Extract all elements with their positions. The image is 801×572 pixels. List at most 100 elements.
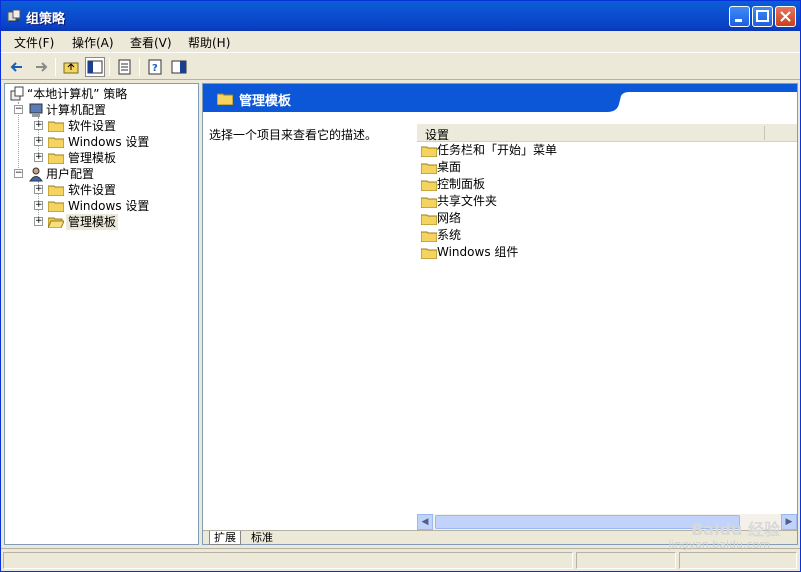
expand-icon[interactable]: + bbox=[34, 137, 43, 146]
list-item-label: 系统 bbox=[437, 228, 462, 242]
action-pane-icon bbox=[171, 60, 187, 74]
collapse-icon[interactable]: − bbox=[14, 105, 23, 114]
tree-label: Windows 设置 bbox=[68, 199, 150, 213]
folder-icon bbox=[421, 146, 437, 157]
folder-icon bbox=[421, 163, 437, 174]
watermark-url: jingyan.baidu.com bbox=[668, 538, 770, 551]
close-button[interactable] bbox=[775, 6, 796, 27]
computer-icon bbox=[29, 103, 43, 117]
folder-icon bbox=[48, 137, 64, 148]
tree-user-software[interactable]: + 软件设置 bbox=[34, 182, 194, 198]
menu-help[interactable]: 帮助(H) bbox=[188, 34, 230, 51]
tree-label-selected: 管理模板 bbox=[66, 214, 119, 230]
tree-computer-admin-templates[interactable]: + 管理模板 bbox=[34, 150, 194, 166]
user-icon bbox=[29, 167, 43, 182]
expand-icon[interactable]: + bbox=[34, 153, 43, 162]
up-one-level-button[interactable] bbox=[61, 57, 81, 77]
folder-icon bbox=[421, 231, 437, 242]
tab-extended[interactable]: 扩展 bbox=[209, 531, 241, 545]
folder-icon bbox=[48, 153, 64, 164]
svg-text:?: ? bbox=[152, 63, 158, 74]
minimize-button[interactable] bbox=[729, 6, 750, 27]
menu-file[interactable]: 文件(F) bbox=[14, 34, 54, 51]
back-button[interactable] bbox=[7, 57, 27, 77]
help-button[interactable]: ? bbox=[145, 57, 165, 77]
help-icon: ? bbox=[148, 59, 162, 75]
title-bar[interactable]: 组策略 bbox=[1, 1, 800, 31]
scroll-right-button[interactable]: ▶ bbox=[781, 514, 797, 530]
tree-label: 软件设置 bbox=[68, 183, 117, 197]
folder-icon bbox=[48, 121, 64, 132]
status-bar bbox=[1, 548, 800, 571]
window-title: 组策略 bbox=[26, 12, 66, 27]
export-list-icon bbox=[118, 59, 131, 75]
folder-icon bbox=[421, 214, 437, 225]
folder-up-icon bbox=[63, 62, 79, 74]
status-cell bbox=[576, 552, 676, 569]
expand-icon[interactable]: + bbox=[34, 217, 43, 226]
details-title: 管理模板 bbox=[239, 94, 292, 109]
tree-user-admin-templates[interactable]: + 管理模板 bbox=[34, 214, 194, 230]
collapse-icon[interactable]: − bbox=[14, 169, 23, 178]
folder-icon bbox=[421, 197, 437, 208]
toolbar-separator bbox=[55, 58, 56, 76]
list-header: 设置 bbox=[417, 124, 797, 142]
column-separator[interactable] bbox=[764, 126, 765, 140]
tree-computer-software[interactable]: + 软件设置 bbox=[34, 118, 194, 134]
column-header-setting[interactable]: 设置 bbox=[425, 126, 449, 143]
tree-computer-config[interactable]: − 计算机配置 bbox=[14, 102, 194, 118]
tree-user-windows[interactable]: + Windows 设置 bbox=[34, 198, 194, 214]
toolbar-separator bbox=[109, 58, 110, 76]
show-hide-tree-button[interactable] bbox=[85, 57, 105, 77]
maximize-button[interactable] bbox=[752, 6, 773, 27]
scroll-left-button[interactable]: ◀ bbox=[417, 514, 433, 530]
list-item-label: Windows 组件 bbox=[437, 245, 519, 259]
details-pane: 管理模板 选择一个项目来查看它的描述。 设置 任务栏和「开始」菜单 桌面 控制面… bbox=[202, 83, 798, 545]
tree-computer-windows[interactable]: + Windows 设置 bbox=[34, 134, 194, 150]
show-action-pane-button[interactable] bbox=[169, 57, 189, 77]
console-tree[interactable]: “本地计算机” 策略 − 计算机配置 + 软件设置 + Windows 设置 +… bbox=[4, 83, 199, 545]
expand-icon[interactable]: + bbox=[34, 121, 43, 130]
folder-icon bbox=[217, 93, 233, 105]
status-cell bbox=[3, 552, 573, 569]
tree-user-config-label: 用户配置 bbox=[46, 167, 95, 181]
window: 组策略 文件(F) 操作(A) 查看(V) 帮助(H) ? “本地计算机” 策略… bbox=[0, 0, 801, 572]
folder-icon bbox=[421, 180, 437, 191]
close-icon bbox=[780, 11, 791, 22]
menu-view[interactable]: 查看(V) bbox=[130, 34, 172, 51]
folder-icon bbox=[421, 248, 437, 259]
back-arrow-icon bbox=[10, 62, 22, 72]
baidu-watermark: Baidu 经验 bbox=[691, 520, 780, 539]
forward-arrow-icon bbox=[36, 62, 48, 72]
list-item-label: 控制面板 bbox=[437, 177, 486, 191]
tree-label: 软件设置 bbox=[68, 119, 117, 133]
tree-label: Windows 设置 bbox=[68, 135, 150, 149]
list-item-label: 网络 bbox=[437, 211, 462, 225]
menu-bar: 文件(F) 操作(A) 查看(V) 帮助(H) bbox=[1, 31, 800, 53]
forward-button[interactable] bbox=[31, 57, 51, 77]
description-text: 选择一个项目来查看它的描述。 bbox=[209, 128, 378, 142]
tree-label: 管理模板 bbox=[68, 151, 117, 165]
tree-computer-config-label: 计算机配置 bbox=[46, 103, 107, 117]
maximize-icon bbox=[756, 10, 769, 22]
toolbar-separator bbox=[139, 58, 140, 76]
toolbar: ? bbox=[1, 54, 800, 80]
tree-root-label: “本地计算机” 策略 bbox=[27, 87, 128, 101]
console-tree-icon bbox=[87, 60, 103, 74]
export-list-button[interactable] bbox=[115, 57, 135, 77]
details-header: 管理模板 bbox=[203, 84, 797, 112]
policy-icon bbox=[10, 86, 24, 101]
open-folder-icon bbox=[48, 217, 64, 228]
group-policy-icon bbox=[7, 9, 21, 22]
folder-icon bbox=[48, 185, 64, 196]
tab-standard[interactable]: 标准 bbox=[247, 531, 277, 545]
list-item-label: 桌面 bbox=[437, 160, 462, 174]
folder-icon bbox=[48, 201, 64, 212]
status-cell bbox=[679, 552, 797, 569]
header-decoration bbox=[607, 92, 797, 112]
expand-icon[interactable]: + bbox=[34, 185, 43, 194]
menu-action[interactable]: 操作(A) bbox=[72, 34, 114, 51]
tree-user-config[interactable]: − 用户配置 bbox=[14, 166, 194, 182]
list-item-label: 任务栏和「开始」菜单 bbox=[437, 143, 558, 157]
expand-icon[interactable]: + bbox=[34, 201, 43, 210]
